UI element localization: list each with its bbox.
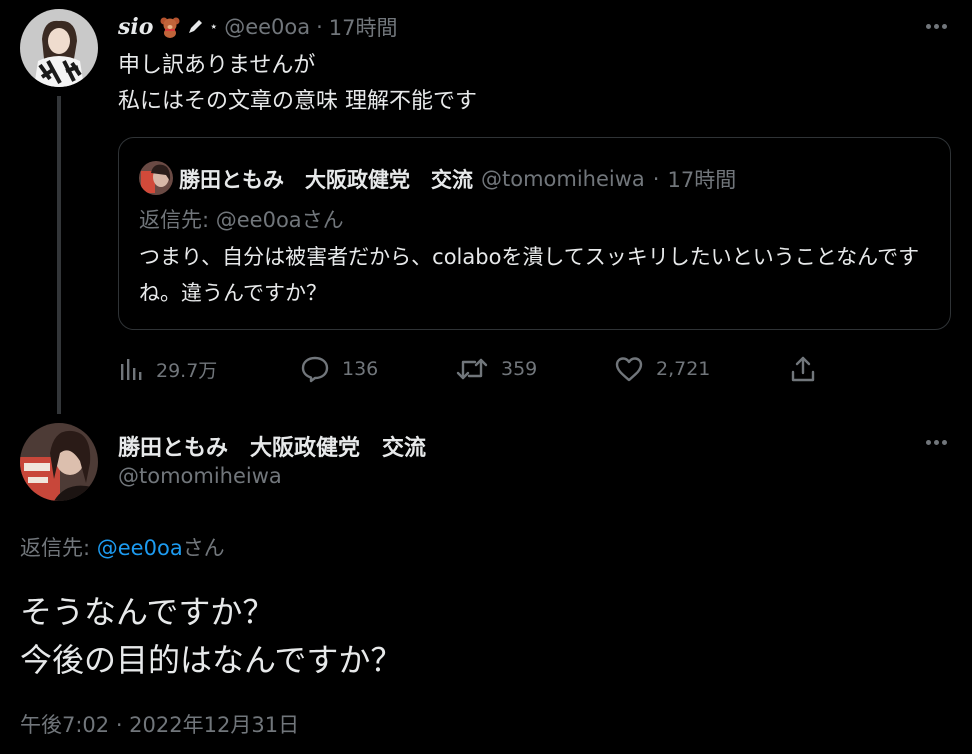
reply-prefix: 返信先: (20, 536, 97, 560)
reply-mention-link[interactable]: @ee0oa (97, 536, 183, 560)
display-name[interactable]: 勝田ともみ 大阪政健党 交流 (118, 430, 426, 462)
separator-dot: · (652, 167, 660, 191)
views-count: 29.7万 (156, 359, 218, 382)
views-button[interactable]: 29.7万 (118, 352, 217, 386)
share-icon (791, 356, 815, 382)
bear-emoji-icon (159, 16, 181, 38)
reply-count: 136 (342, 358, 379, 380)
tweet-text-line: 今後の目的はなんですか？ (20, 641, 403, 679)
tweet-text-line: 申し訳ありませんが (118, 53, 316, 78)
tweet-text-line: 私にはその文章の意味 理解不能です (118, 89, 477, 114)
tweet-text: そうなんですか？ 今後の目的はなんですか？ (20, 588, 402, 684)
reply-suffix: さん (182, 536, 225, 560)
share-button[interactable] (789, 352, 817, 386)
user-handle[interactable]: @ee0oa (224, 15, 310, 39)
quoted-reply-to: 返信先: @ee0oaさん (139, 208, 344, 232)
pen-emoji-icon (187, 19, 203, 35)
reply-icon (301, 356, 329, 383)
retweet-button[interactable]: 359 (455, 352, 537, 386)
retweet-count: 359 (501, 358, 538, 380)
more-options-icon[interactable] (921, 432, 951, 452)
quoted-tweet-time: 17時間 (667, 168, 737, 192)
heart-icon (615, 357, 643, 382)
like-count: 2,721 (656, 358, 711, 380)
user-handle[interactable]: @tomomiheiwa (118, 464, 282, 488)
tweet-text: 申し訳ありませんが 私にはその文章の意味 理解不能です (118, 48, 477, 120)
avatar[interactable] (20, 423, 98, 501)
tweet-time[interactable]: 17時間 (329, 12, 398, 42)
tweet-timestamp[interactable]: 午後7:02 · 2022年12月31日 (20, 709, 299, 739)
display-name[interactable]: sio (118, 14, 153, 40)
star-glyph: ⋆ (209, 19, 219, 35)
more-options-icon[interactable] (921, 16, 951, 36)
reply-to: 返信先: @ee0oaさん (20, 532, 225, 562)
like-button[interactable]: 2,721 (614, 352, 710, 386)
tweet-header: sio ⋆ @ee0oa · 17時間 (118, 12, 398, 42)
quoted-user-handle: @tomomiheiwa (481, 167, 645, 191)
quoted-tweet-header: 勝田ともみ 大阪政健党 交流 @tomomiheiwa · 17時間 (179, 164, 736, 194)
quoted-tweet-card[interactable]: 勝田ともみ 大阪政健党 交流 @tomomiheiwa · 17時間 返信先: … (118, 137, 951, 330)
tweet-action-bar: 29.7万 136 359 2,721 (118, 352, 818, 386)
reply-button[interactable]: 136 (300, 352, 378, 386)
tweet-text-line: そうなんですか？ (20, 593, 275, 631)
quoted-avatar (139, 161, 173, 195)
quoted-tweet-text: つまり、自分は被害者だから、colaboを潰してスッキリしたいということなんです… (139, 245, 920, 305)
separator-dot: · (316, 15, 323, 39)
quoted-display-name: 勝田ともみ 大阪政健党 交流 (179, 168, 473, 192)
avatar[interactable] (20, 9, 98, 87)
thread-connector-line (57, 96, 61, 414)
analytics-icon (121, 359, 142, 380)
retweet-icon (456, 358, 488, 380)
